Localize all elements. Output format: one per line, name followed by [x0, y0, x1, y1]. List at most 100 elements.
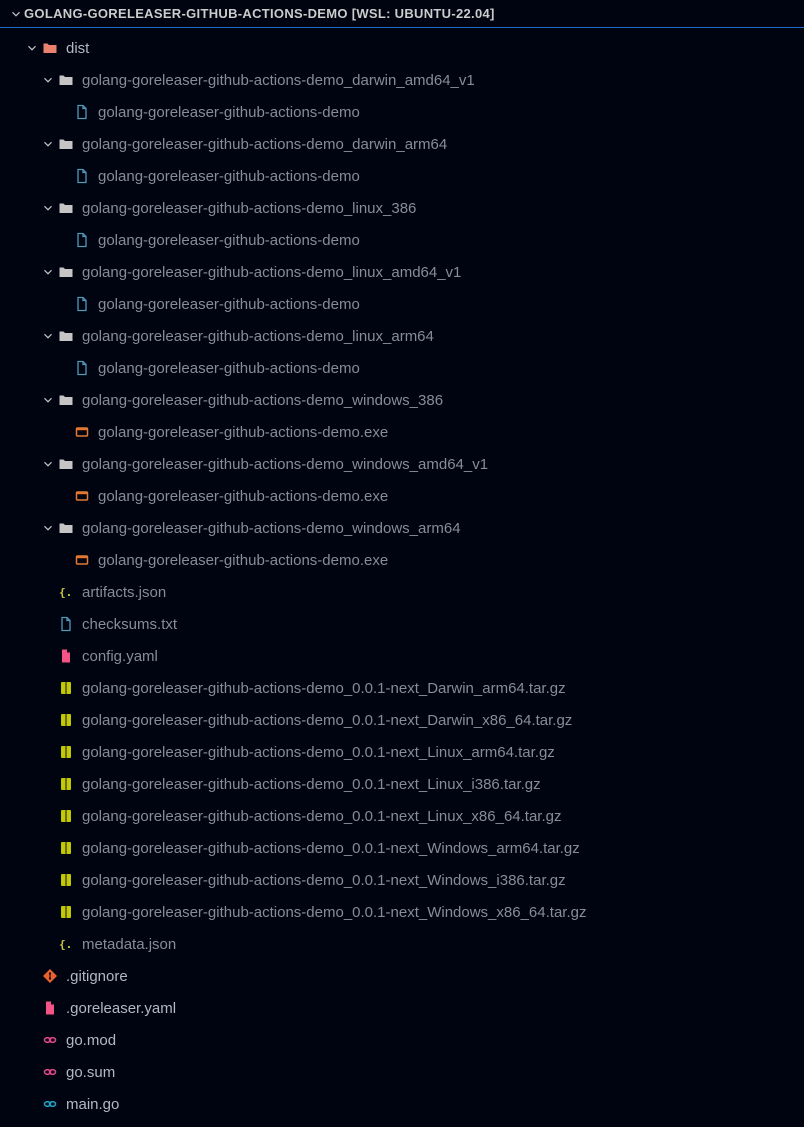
file-row[interactable]: golang-goreleaser-github-actions-demo.ex… [0, 544, 804, 576]
file-row[interactable]: go.mod [0, 1024, 804, 1056]
file-row[interactable]: golang-goreleaser-github-actions-demo.ex… [0, 416, 804, 448]
dist-icon [40, 40, 60, 56]
file-label: golang-goreleaser-github-actions-demo_0.… [82, 744, 555, 761]
file-row[interactable]: {..}metadata.json [0, 928, 804, 960]
file-label: main.go [66, 1096, 119, 1113]
folder-icon [56, 520, 76, 536]
tgz-icon [56, 904, 76, 920]
file-row[interactable]: .gitignore [0, 960, 804, 992]
file-row[interactable]: go.sum [0, 1056, 804, 1088]
file-label: go.sum [66, 1064, 115, 1081]
file-label: golang-goreleaser-github-actions-demo [98, 296, 360, 313]
tgz-icon [56, 744, 76, 760]
golink-icon [40, 1032, 60, 1048]
tgz-icon [56, 776, 76, 792]
file-label: golang-goreleaser-github-actions-demo_0.… [82, 872, 566, 889]
folder-icon [56, 200, 76, 216]
chevron-down-icon [40, 393, 56, 407]
folder-label: golang-goreleaser-github-actions-demo_da… [82, 136, 447, 153]
file-label: golang-goreleaser-github-actions-demo_0.… [82, 904, 586, 921]
folder-row[interactable]: golang-goreleaser-github-actions-demo_wi… [0, 512, 804, 544]
folder-row[interactable]: golang-goreleaser-github-actions-demo_da… [0, 128, 804, 160]
chevron-down-icon [40, 201, 56, 215]
file-label: checksums.txt [82, 616, 177, 633]
chevron-down-icon [40, 521, 56, 535]
folder-icon [56, 136, 76, 152]
folder-label: golang-goreleaser-github-actions-demo_da… [82, 72, 475, 89]
file-label: go.mod [66, 1032, 116, 1049]
gofile-icon [72, 104, 92, 120]
file-label: artifacts.json [82, 584, 166, 601]
file-row[interactable]: main.go [0, 1088, 804, 1120]
file-label: golang-goreleaser-github-actions-demo_0.… [82, 712, 572, 729]
folder-row[interactable]: golang-goreleaser-github-actions-demo_wi… [0, 448, 804, 480]
file-label: .goreleaser.yaml [66, 1000, 176, 1017]
chevron-down-icon [40, 137, 56, 151]
golink-icon [40, 1064, 60, 1080]
svg-text:{..}: {..} [59, 586, 74, 599]
exe-icon [72, 488, 92, 504]
folder-row[interactable]: golang-goreleaser-github-actions-demo_li… [0, 256, 804, 288]
folder-label: golang-goreleaser-github-actions-demo_li… [82, 328, 434, 345]
json-icon: {..} [56, 584, 76, 600]
file-row[interactable]: golang-goreleaser-github-actions-demo_0.… [0, 704, 804, 736]
file-row[interactable]: golang-goreleaser-github-actions-demo [0, 352, 804, 384]
project-title: GOLANG-GORELEASER-GITHUB-ACTIONS-DEMO [W… [24, 6, 495, 21]
file-label: golang-goreleaser-github-actions-demo [98, 232, 360, 249]
file-row[interactable]: golang-goreleaser-github-actions-demo_0.… [0, 768, 804, 800]
txt-icon [56, 616, 76, 632]
folder-row[interactable]: golang-goreleaser-github-actions-demo_wi… [0, 384, 804, 416]
gofile-icon [72, 296, 92, 312]
folder-label: dist [66, 40, 89, 57]
folder-label: golang-goreleaser-github-actions-demo_wi… [82, 392, 443, 409]
folder-row[interactable]: dist [0, 32, 804, 64]
file-row[interactable]: golang-goreleaser-github-actions-demo_0.… [0, 800, 804, 832]
svg-text:{..}: {..} [59, 938, 74, 951]
file-row[interactable]: golang-goreleaser-github-actions-demo [0, 96, 804, 128]
gofile-icon [72, 168, 92, 184]
file-label: golang-goreleaser-github-actions-demo_0.… [82, 776, 541, 793]
file-tree: dist golang-goreleaser-github-actions-dem… [0, 28, 804, 1120]
file-label: golang-goreleaser-github-actions-demo [98, 104, 360, 121]
tgz-icon [56, 808, 76, 824]
file-label: golang-goreleaser-github-actions-demo.ex… [98, 552, 388, 569]
file-label: golang-goreleaser-github-actions-demo_0.… [82, 808, 561, 825]
folder-label: golang-goreleaser-github-actions-demo_li… [82, 264, 461, 281]
file-row[interactable]: golang-goreleaser-github-actions-demo.ex… [0, 480, 804, 512]
yaml-icon [56, 648, 76, 664]
file-row[interactable]: golang-goreleaser-github-actions-demo_0.… [0, 896, 804, 928]
file-label: golang-goreleaser-github-actions-demo.ex… [98, 488, 388, 505]
file-label: .gitignore [66, 968, 128, 985]
file-label: config.yaml [82, 648, 158, 665]
file-label: golang-goreleaser-github-actions-demo [98, 168, 360, 185]
file-row[interactable]: .goreleaser.yaml [0, 992, 804, 1024]
tgz-icon [56, 680, 76, 696]
gomain-icon [40, 1096, 60, 1112]
exe-icon [72, 552, 92, 568]
chevron-down-icon [40, 265, 56, 279]
folder-row[interactable]: golang-goreleaser-github-actions-demo_li… [0, 320, 804, 352]
exe-icon [72, 424, 92, 440]
chevron-down-icon [40, 329, 56, 343]
folder-label: golang-goreleaser-github-actions-demo_li… [82, 200, 416, 217]
file-row[interactable]: golang-goreleaser-github-actions-demo [0, 288, 804, 320]
gofile-icon [72, 232, 92, 248]
folder-icon [56, 456, 76, 472]
folder-row[interactable]: golang-goreleaser-github-actions-demo_li… [0, 192, 804, 224]
file-row[interactable]: {..} artifacts.json [0, 576, 804, 608]
explorer-header[interactable]: GOLANG-GORELEASER-GITHUB-ACTIONS-DEMO [W… [0, 0, 804, 28]
file-row[interactable]: config.yaml [0, 640, 804, 672]
file-row[interactable]: golang-goreleaser-github-actions-demo_0.… [0, 832, 804, 864]
file-row[interactable]: golang-goreleaser-github-actions-demo [0, 160, 804, 192]
folder-icon [56, 264, 76, 280]
file-row[interactable]: golang-goreleaser-github-actions-demo [0, 224, 804, 256]
file-row[interactable]: checksums.txt [0, 608, 804, 640]
folder-icon [56, 72, 76, 88]
yaml-icon [40, 1000, 60, 1016]
file-row[interactable]: golang-goreleaser-github-actions-demo_0.… [0, 864, 804, 896]
gofile-icon [72, 360, 92, 376]
file-row[interactable]: golang-goreleaser-github-actions-demo_0.… [0, 672, 804, 704]
folder-row[interactable]: golang-goreleaser-github-actions-demo_da… [0, 64, 804, 96]
file-row[interactable]: golang-goreleaser-github-actions-demo_0.… [0, 736, 804, 768]
tgz-icon [56, 712, 76, 728]
